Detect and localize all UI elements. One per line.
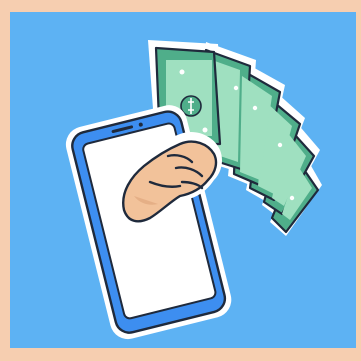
illustration-frame [0, 0, 361, 361]
cash-phone-illustration [10, 12, 356, 348]
